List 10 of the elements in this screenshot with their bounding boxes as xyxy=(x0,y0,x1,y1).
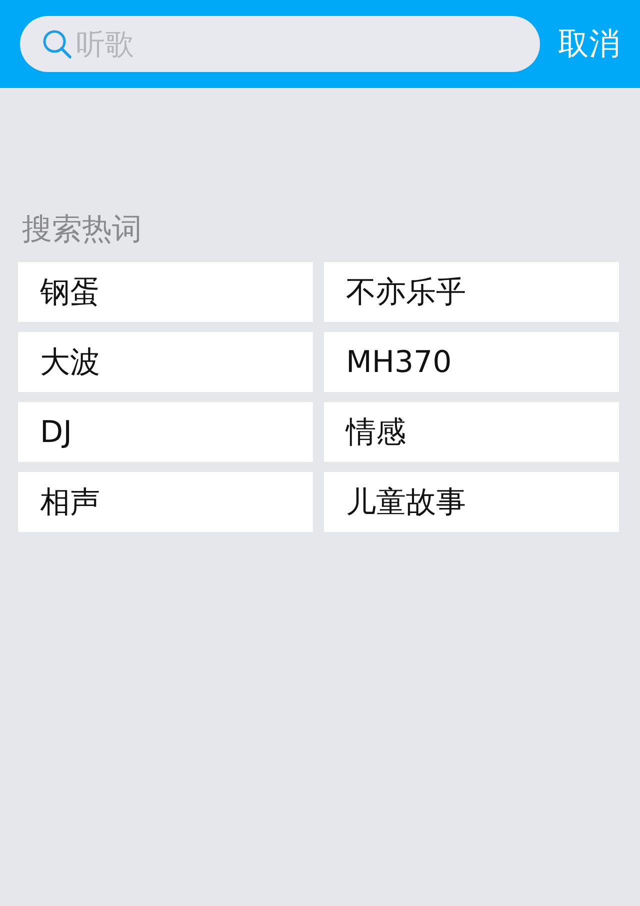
hot-word-item[interactable]: 不亦乐乎 xyxy=(324,262,619,322)
section-title: 搜索热词 xyxy=(22,211,142,249)
hot-word-item[interactable]: DJ xyxy=(18,402,313,462)
hot-word-item[interactable]: 儿童故事 xyxy=(324,472,619,532)
hot-word-item[interactable]: 钢蛋 xyxy=(18,262,313,322)
search-icon xyxy=(42,29,72,59)
hot-word-item[interactable]: 情感 xyxy=(324,402,619,462)
hot-word-item[interactable]: 大波 xyxy=(18,332,313,392)
hot-word-item[interactable]: MH370 xyxy=(324,332,619,392)
hot-word-item[interactable]: 相声 xyxy=(18,472,313,532)
